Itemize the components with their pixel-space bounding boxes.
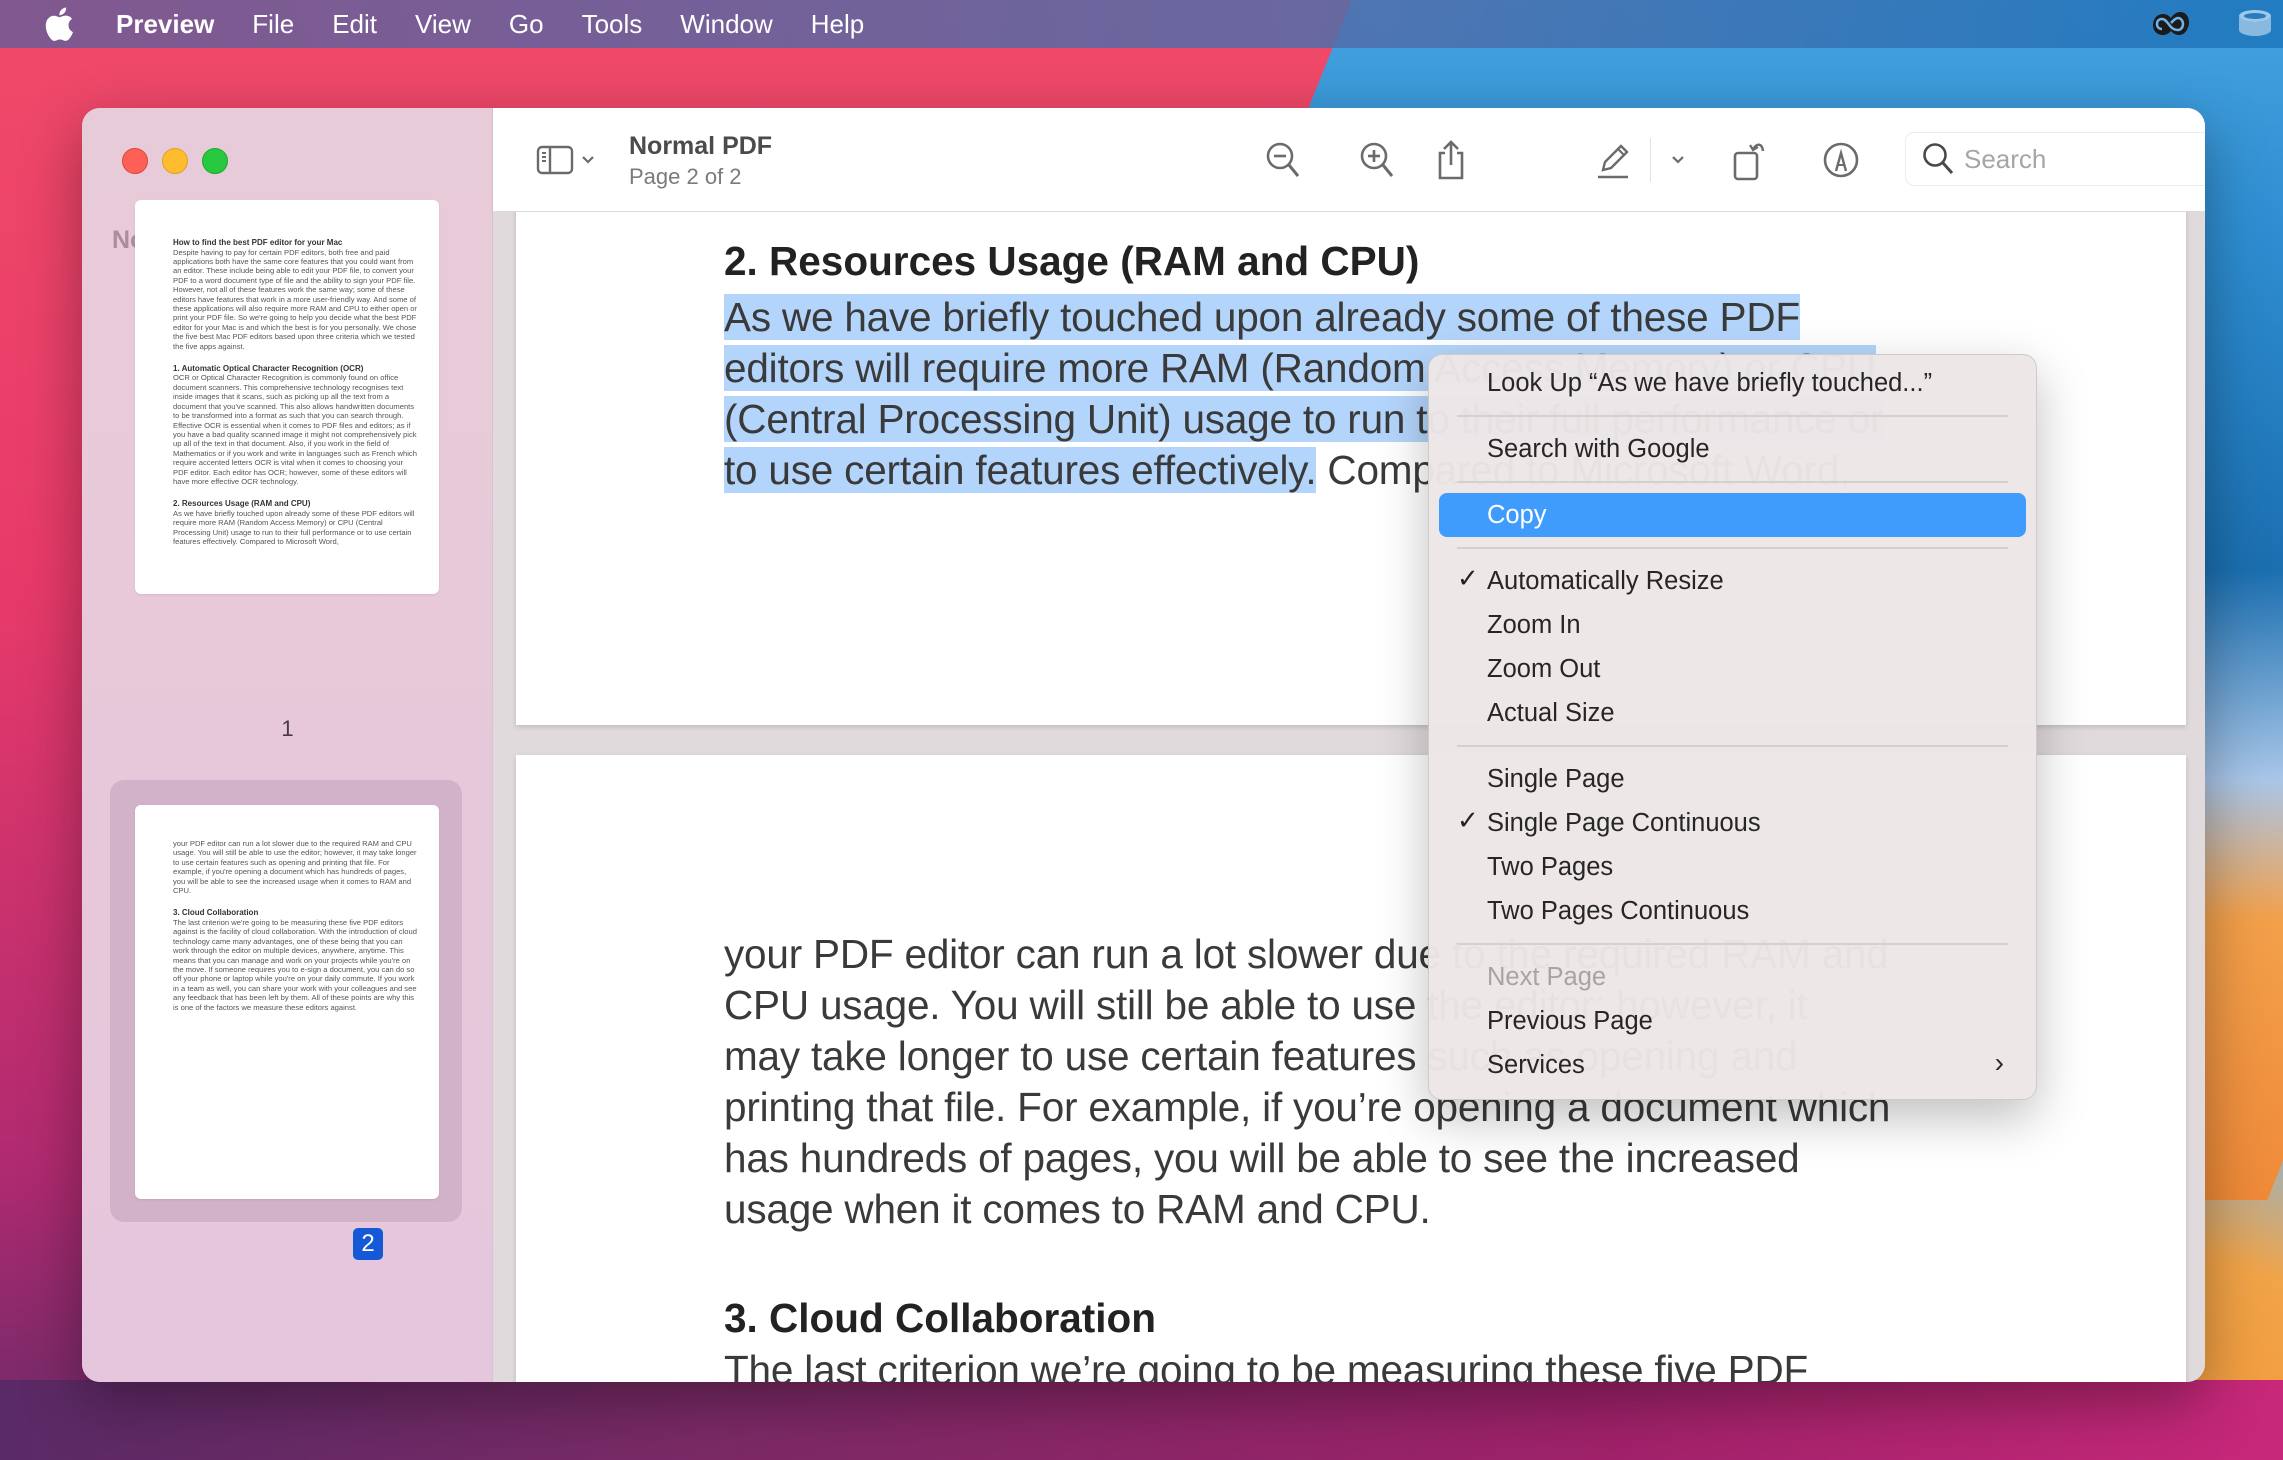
menu-item-actual-size[interactable]: Actual Size	[1439, 691, 2026, 735]
menu-separator	[1457, 745, 2008, 747]
section-heading: 3. Cloud Collaboration	[724, 1295, 1156, 1341]
menu-item-search-with-google[interactable]: Search with Google	[1439, 427, 2026, 471]
menu-item-copy[interactable]: Copy	[1439, 493, 2026, 537]
checkmark-icon: ✓	[1457, 805, 1479, 835]
thumb-heading: 2. Resources Usage (RAM and CPU)	[173, 499, 311, 509]
selected-text[interactable]: As we have briefly touched upon already …	[724, 294, 1800, 340]
menu-bar: Preview File Edit View Go Tools Window H…	[0, 0, 2283, 48]
markup-pencil-icon[interactable]	[1593, 136, 1633, 184]
menu-window[interactable]: Window	[680, 9, 772, 40]
section-heading: 2. Resources Usage (RAM and CPU)	[724, 238, 1420, 284]
text-line[interactable]: As we have briefly touched upon already …	[724, 292, 1800, 343]
menu-tools[interactable]: Tools	[582, 9, 643, 40]
context-menu: Look Up “As we have briefly touched...” …	[1428, 354, 2037, 1100]
page-indicator: Page 2 of 2	[629, 164, 742, 189]
text-line: has hundreds of pages, you will be able …	[724, 1135, 1800, 1181]
text-line: The last criterion we’re going to be mea…	[724, 1347, 1809, 1382]
search-placeholder: Search	[1964, 143, 2047, 174]
thumb-heading: How to find the best PDF editor for your…	[173, 238, 343, 247]
menu-separator	[1457, 481, 2008, 483]
thumb-paragraph: OCR or Optical Character Recognition is …	[173, 373, 417, 486]
menu-item-zoom-in[interactable]: Zoom In	[1439, 603, 2026, 647]
apple-menu-icon[interactable]	[42, 7, 76, 41]
thumb-paragraph: The last criterion we're going to be mea…	[173, 917, 417, 1012]
menu-item-single-page-continuous[interactable]: ✓ Single Page Continuous	[1439, 801, 2026, 845]
thumb-paragraph: As we have briefly touched upon already …	[173, 508, 415, 547]
menu-app-preview[interactable]: Preview	[116, 9, 214, 40]
menu-item-two-pages[interactable]: Two Pages	[1439, 845, 2026, 889]
chevron-right-icon: ›	[1994, 1047, 2004, 1078]
menu-item-zoom-out[interactable]: Zoom Out	[1439, 647, 2026, 691]
creative-cloud-icon[interactable]	[2149, 6, 2193, 42]
markup-chevron-down-icon[interactable]	[1668, 136, 1688, 184]
thumb-paragraph: your PDF editor can run a lot slower due…	[173, 839, 417, 896]
menu-edit[interactable]: Edit	[332, 9, 377, 40]
window-controls	[122, 148, 228, 174]
menu-separator	[1457, 943, 2008, 945]
thumbnail-label-1: 1	[281, 716, 294, 741]
thumb-heading: 3. Cloud Collaboration	[173, 908, 259, 918]
menu-item-single-page[interactable]: Single Page	[1439, 757, 2026, 801]
minimize-button[interactable]	[162, 148, 188, 174]
menu-item-previous-page[interactable]: Previous Page	[1439, 999, 2026, 1043]
menu-item-services[interactable]: Services ›	[1439, 1043, 2026, 1087]
search-icon	[1922, 142, 1954, 176]
search-field[interactable]: Search	[1905, 132, 2205, 186]
zoom-button[interactable]	[202, 148, 228, 174]
checkmark-icon: ✓	[1457, 563, 1479, 593]
wallpaper-bottom	[0, 1380, 2283, 1460]
menu-help[interactable]: Help	[811, 9, 864, 40]
toolbar-divider	[1650, 138, 1651, 182]
chevron-down-icon[interactable]	[579, 136, 597, 184]
menu-separator	[1457, 415, 2008, 417]
sidebar-toggle-icon[interactable]	[535, 136, 575, 184]
storage-icon[interactable]	[2233, 6, 2277, 42]
selected-text[interactable]: to use certain features effectively.	[724, 447, 1317, 493]
page-thumbnail-2[interactable]: your PDF editor can run a lot slower due…	[135, 805, 439, 1199]
rotate-icon[interactable]	[1729, 136, 1769, 184]
menu-file[interactable]: File	[252, 9, 294, 40]
close-button[interactable]	[122, 148, 148, 174]
thumbnail-label-2: 2	[353, 1228, 383, 1260]
text-line: usage when it comes to RAM and CPU.	[724, 1186, 1431, 1232]
annotate-icon[interactable]	[1821, 136, 1861, 184]
menu-item-automatically-resize[interactable]: ✓ Automatically Resize	[1439, 559, 2026, 603]
document-title: Normal PDF	[629, 132, 773, 160]
page-thumbnail-1[interactable]: How to find the best PDF editor for your…	[135, 200, 439, 594]
menu-go[interactable]: Go	[509, 9, 544, 40]
share-icon[interactable]	[1431, 136, 1471, 184]
menu-separator	[1457, 547, 2008, 549]
sidebar: Normal PDF How to find the best PDF edit…	[82, 108, 493, 1382]
toolbar: Normal PDF Page 2 of 2 Search	[493, 108, 2205, 212]
menu-item-look-up[interactable]: Look Up “As we have briefly touched...”	[1439, 361, 2026, 405]
menu-view[interactable]: View	[415, 9, 471, 40]
menu-item-next-page: Next Page	[1487, 962, 1607, 991]
zoom-in-icon[interactable]	[1357, 136, 1397, 184]
zoom-out-icon[interactable]	[1263, 136, 1303, 184]
thumb-paragraph: Despite having to pay for certain PDF ed…	[173, 247, 417, 351]
menu-item-two-pages-continuous[interactable]: Two Pages Continuous	[1439, 889, 2026, 933]
thumb-heading: 1. Automatic Optical Character Recogniti…	[173, 363, 364, 373]
